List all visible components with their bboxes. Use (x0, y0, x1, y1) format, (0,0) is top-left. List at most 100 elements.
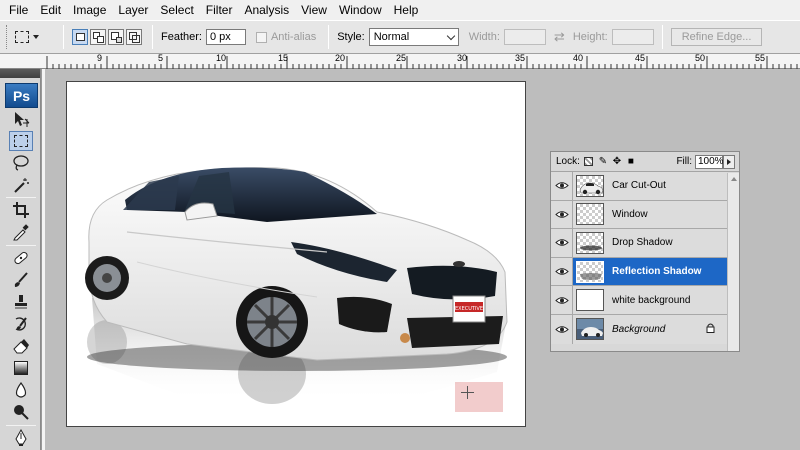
crop-tool-icon[interactable] (9, 200, 33, 220)
layer-name[interactable]: Drop Shadow (612, 237, 673, 248)
menu-analysis[interactable]: Analysis (238, 0, 295, 20)
ruler-label: 35 (515, 53, 526, 63)
subtract-from-selection-button[interactable] (108, 29, 124, 45)
blur-tool-icon[interactable] (9, 380, 33, 400)
visibility-eye-icon[interactable] (551, 229, 573, 257)
dodge-tool-icon[interactable] (9, 402, 33, 422)
style-select-value: Normal (373, 31, 410, 43)
gradient-tool-icon[interactable] (9, 358, 33, 378)
refine-edge-button[interactable]: Refine Edge... (670, 28, 763, 46)
layers-panel: Lock: ✎ ✥ ■ Fill: 100% Car Cut-Out Windo… (550, 151, 740, 352)
ruler-label: 50 (695, 53, 706, 63)
style-select[interactable]: Normal (368, 28, 459, 46)
fill-slider-button[interactable] (723, 154, 735, 169)
swap-dimensions-icon[interactable]: ⇄ (554, 29, 565, 45)
layer-row-background[interactable]: Background (551, 314, 727, 344)
fill-input[interactable]: 100% (695, 154, 724, 169)
layer-name[interactable]: Window (612, 209, 648, 220)
document-canvas[interactable]: EXECUTIVE (66, 81, 526, 427)
visibility-eye-icon[interactable] (551, 314, 573, 344)
feather-input[interactable] (205, 29, 246, 45)
layer-thumbnail (576, 231, 604, 254)
menu-bar: File Edit Image Layer Select Filter Anal… (0, 0, 800, 20)
lock-all-icon[interactable]: ■ (626, 156, 636, 167)
layer-name[interactable]: Background (612, 324, 665, 335)
layer-thumbnail (576, 174, 604, 197)
car-photo: EXECUTIVE (85, 167, 508, 412)
tool-preset-picker[interactable] (15, 25, 55, 49)
intersect-selection-button[interactable] (126, 29, 142, 45)
antialias-checkbox[interactable] (255, 31, 267, 43)
divider (328, 25, 330, 49)
vertical-ruler[interactable] (41, 69, 45, 450)
menu-layer[interactable]: Layer (112, 0, 154, 20)
layer-name[interactable]: Reflection Shadow (612, 266, 701, 277)
new-selection-button[interactable] (72, 29, 88, 45)
antialias-label: Anti-alias (270, 31, 317, 43)
width-input[interactable] (503, 29, 546, 45)
lasso-tool-icon[interactable] (9, 153, 33, 173)
eyedropper-tool-icon[interactable] (9, 222, 33, 242)
menu-edit[interactable]: Edit (34, 0, 67, 20)
ps-logo[interactable]: Ps (5, 83, 38, 108)
layer-row-reflection-shadow[interactable]: Reflection Shadow (551, 257, 727, 287)
visibility-eye-icon[interactable] (551, 257, 573, 286)
add-to-selection-button[interactable] (90, 29, 106, 45)
menu-view[interactable]: View (295, 0, 333, 20)
divider (152, 25, 153, 49)
menu-select[interactable]: Select (154, 0, 199, 20)
visibility-eye-icon[interactable] (551, 172, 573, 200)
height-input[interactable] (611, 29, 654, 45)
lock-image-pixels-icon[interactable]: ✎ (598, 156, 608, 167)
rectangular-marquee-icon (15, 31, 29, 43)
options-bar-grip[interactable] (6, 25, 9, 49)
move-tool-icon[interactable] (9, 109, 33, 129)
eraser-tool-icon[interactable] (9, 336, 33, 356)
toolbox-header[interactable] (0, 69, 40, 78)
lock-transparent-pixels-icon[interactable] (584, 157, 594, 167)
history-brush-tool-icon[interactable] (9, 314, 33, 334)
menu-file[interactable]: File (3, 0, 34, 20)
layer-name[interactable]: white background (612, 295, 690, 306)
ruler-label: 30 (457, 53, 468, 63)
brush-tool-icon[interactable] (9, 270, 33, 290)
pen-tool-icon[interactable] (9, 428, 33, 448)
menu-window[interactable]: Window (333, 0, 388, 20)
ruler-label: 55 (755, 53, 766, 63)
ruler-label: 40 (573, 53, 584, 63)
divider (661, 25, 663, 49)
clone-stamp-tool-icon[interactable] (9, 292, 33, 312)
visibility-eye-icon[interactable] (551, 200, 573, 229)
layer-thumbnail (576, 203, 604, 226)
feather-label: Feather: (161, 31, 202, 43)
visibility-eye-icon[interactable] (551, 286, 573, 314)
scroll-up-icon[interactable] (730, 177, 737, 181)
menu-filter[interactable]: Filter (200, 0, 239, 20)
layer-row-car-cutout[interactable]: Car Cut-Out (551, 172, 727, 201)
ruler-label: 25 (396, 53, 407, 63)
toolbox-divider (6, 245, 36, 246)
horizontal-ruler[interactable]: 9 5 10 15 20 25 30 35 40 45 50 55 (45, 54, 800, 69)
layer-thumbnail (576, 289, 604, 312)
layer-row-drop-shadow[interactable]: Drop Shadow (551, 229, 727, 258)
layer-row-white-background[interactable]: white background (551, 286, 727, 315)
layer-row-window[interactable]: Window (551, 200, 727, 230)
toolbox-divider (6, 197, 36, 198)
rectangular-marquee-tool-icon[interactable] (9, 131, 33, 151)
magic-wand-tool-icon[interactable] (9, 175, 33, 195)
divider (63, 25, 64, 49)
ruler-label: 9 (97, 53, 103, 63)
ruler-label: 5 (158, 53, 164, 63)
lock-position-icon[interactable]: ✥ (612, 156, 622, 167)
layer-name[interactable]: Car Cut-Out (612, 180, 666, 191)
healing-brush-tool-icon[interactable] (9, 248, 33, 268)
layer-thumbnail (576, 318, 604, 341)
ruler-label: 20 (335, 53, 346, 63)
menu-help[interactable]: Help (388, 0, 425, 20)
layers-list: Car Cut-Out Window Drop Shadow Reflectio… (551, 172, 727, 344)
menu-image[interactable]: Image (67, 0, 112, 20)
layer-lock-icon (706, 323, 715, 336)
layers-scrollbar[interactable] (727, 173, 739, 351)
ruler-label: 10 (216, 53, 227, 63)
ruler-label: 15 (278, 53, 289, 63)
